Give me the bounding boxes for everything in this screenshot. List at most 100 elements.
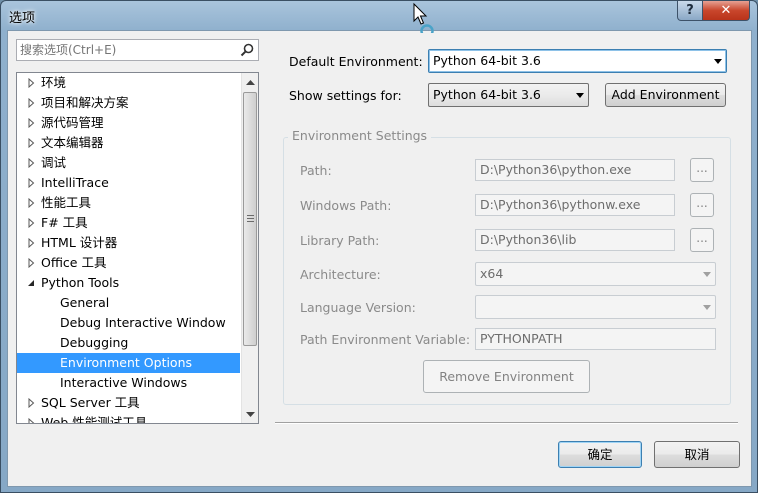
- ok-button[interactable]: 确定: [558, 441, 642, 468]
- options-dialog: 选项 ? ✕ 环境项目和解决方案源代码管理文本编辑器调试 IntelliTrace…: [0, 0, 758, 493]
- tree-item-label: 文本编辑器: [41, 135, 104, 150]
- library-path-browse-button[interactable]: ...: [690, 228, 714, 252]
- tree-item-label: 性能工具: [41, 195, 92, 210]
- collapsed-arrow-icon[interactable]: [26, 98, 36, 108]
- search-box[interactable]: [16, 39, 259, 61]
- expanded-arrow-icon[interactable]: [26, 278, 36, 288]
- library-path-label: Library Path:: [300, 233, 380, 248]
- tree-item[interactable]: Environment Options: [17, 353, 240, 373]
- collapsed-arrow-icon[interactable]: [26, 78, 36, 88]
- chevron-up-icon: [246, 79, 255, 85]
- architecture-value: x64: [480, 266, 504, 281]
- collapsed-arrow-icon[interactable]: [26, 198, 36, 208]
- show-settings-select[interactable]: Python 64-bit 3.6: [428, 83, 589, 107]
- search-icon[interactable]: [239, 42, 255, 58]
- architecture-select[interactable]: x64: [475, 262, 716, 286]
- collapsed-arrow-icon[interactable]: [26, 178, 36, 188]
- window-title: 选项: [9, 11, 36, 26]
- tree-item[interactable]: F# 工具: [17, 213, 240, 233]
- tree-item[interactable]: 性能工具: [17, 193, 240, 213]
- windows-path-browse-button[interactable]: ...: [690, 193, 714, 217]
- path-browse-button[interactable]: ...: [690, 158, 714, 182]
- tree-item[interactable]: IntelliTrace: [17, 173, 240, 193]
- tree-scrollbar[interactable]: [241, 73, 258, 423]
- architecture-label: Architecture:: [300, 267, 381, 282]
- language-version-select[interactable]: [475, 295, 716, 319]
- footer-separator: [275, 422, 738, 424]
- collapsed-arrow-icon[interactable]: [26, 398, 36, 408]
- tree-item[interactable]: Office 工具: [17, 253, 240, 273]
- collapsed-arrow-icon[interactable]: [26, 238, 36, 248]
- tree-item-label: 环境: [41, 75, 67, 90]
- dropdown-arrow-icon: [703, 305, 711, 310]
- scroll-down-button[interactable]: [242, 406, 258, 423]
- tree-item[interactable]: HTML 设计器: [17, 233, 240, 253]
- remove-environment-button[interactable]: Remove Environment: [423, 360, 590, 393]
- path-label: Path:: [300, 163, 332, 178]
- options-tree: 环境项目和解决方案 源代码管理文本编辑器调试 IntelliTrace 性能工具 F# …: [16, 72, 259, 424]
- tree-item-label: 调试: [41, 155, 67, 170]
- tree-item[interactable]: Debug Interactive Window: [17, 313, 240, 333]
- tree-item[interactable]: 文本编辑器: [17, 133, 240, 153]
- tree-item[interactable]: 环境: [17, 73, 240, 93]
- default-environment-select[interactable]: Python 64-bit 3.6: [428, 49, 727, 73]
- tree-item[interactable]: 调试: [17, 153, 240, 173]
- tree-item[interactable]: 源代码管理: [17, 113, 240, 133]
- tree-list: 环境项目和解决方案 源代码管理文本编辑器调试 IntelliTrace 性能工具 F# …: [17, 73, 240, 423]
- tree-item-label: Office 工具: [41, 255, 107, 270]
- tree-item-label: Web 性能测试工具: [41, 415, 148, 423]
- collapsed-arrow-icon[interactable]: [26, 418, 36, 423]
- tree-item[interactable]: Interactive Windows: [17, 373, 240, 393]
- tree-item[interactable]: SQL Server 工具: [17, 393, 240, 413]
- tree-item-label: F# 工具: [41, 215, 88, 230]
- chevron-down-icon: [246, 411, 255, 417]
- language-version-label: Language Version:: [300, 300, 416, 315]
- environment-settings-title: Environment Settings: [288, 128, 432, 143]
- tree-item-label: 项目和解决方案: [41, 95, 129, 110]
- dropdown-arrow-icon: [703, 272, 711, 277]
- scroll-thumb[interactable]: [243, 92, 257, 346]
- tree-item[interactable]: General: [17, 293, 240, 313]
- path-env-var-field[interactable]: PYTHONPATH: [475, 328, 716, 350]
- tree-item-label: Python Tools: [41, 275, 120, 290]
- tree-item-label: Interactive Windows: [60, 375, 188, 390]
- show-settings-label: Show settings for:: [289, 88, 402, 103]
- close-button[interactable]: ✕: [702, 1, 750, 21]
- collapsed-arrow-icon[interactable]: [26, 158, 36, 168]
- dialog-client-area: 环境项目和解决方案源代码管理文本编辑器调试 IntelliTrace 性能工具 F# …: [7, 30, 752, 487]
- windows-path-label: Windows Path:: [300, 198, 392, 213]
- title-bar[interactable]: 选项 ? ✕: [1, 1, 757, 29]
- default-environment-value: Python 64-bit 3.6: [433, 53, 541, 68]
- tree-item-label: 源代码管理: [41, 115, 104, 130]
- collapsed-arrow-icon[interactable]: [26, 118, 36, 128]
- library-path-field[interactable]: D:\Python36\lib: [475, 229, 675, 251]
- cancel-button[interactable]: 取消: [654, 441, 740, 468]
- dropdown-arrow-icon: [576, 93, 584, 98]
- tree-item[interactable]: Python Tools: [17, 273, 240, 293]
- default-environment-label: Default Environment:: [289, 54, 423, 69]
- tree-item-label: SQL Server 工具: [41, 395, 140, 410]
- path-field[interactable]: D:\Python36\python.exe: [475, 159, 675, 181]
- busy-cursor-icon: [413, 2, 434, 33]
- tree-item-label: Environment Options: [60, 355, 193, 370]
- tree-item[interactable]: Web 性能测试工具: [17, 413, 240, 423]
- scroll-up-button[interactable]: [242, 73, 258, 90]
- show-settings-value: Python 64-bit 3.6: [433, 87, 541, 102]
- help-button[interactable]: ?: [677, 1, 703, 21]
- tree-item-label: General: [60, 295, 110, 310]
- search-input[interactable]: [20, 42, 230, 58]
- path-env-var-label: Path Environment Variable:: [300, 332, 471, 347]
- grip-icon: [247, 215, 254, 222]
- tree-item-label: Debugging: [60, 335, 129, 350]
- tree-item[interactable]: Debugging: [17, 333, 240, 353]
- tree-item-label: Debug Interactive Window: [60, 315, 226, 330]
- tree-item-label: IntelliTrace: [41, 175, 109, 190]
- windows-path-field[interactable]: D:\Python36\pythonw.exe: [475, 194, 675, 216]
- dropdown-arrow-icon: [714, 59, 722, 64]
- collapsed-arrow-icon[interactable]: [26, 258, 36, 268]
- tree-item[interactable]: 项目和解决方案: [17, 93, 240, 113]
- collapsed-arrow-icon[interactable]: [26, 138, 36, 148]
- collapsed-arrow-icon[interactable]: [26, 218, 36, 228]
- add-environment-button[interactable]: Add Environment: [605, 83, 726, 107]
- tree-item-label: HTML 设计器: [41, 235, 118, 250]
